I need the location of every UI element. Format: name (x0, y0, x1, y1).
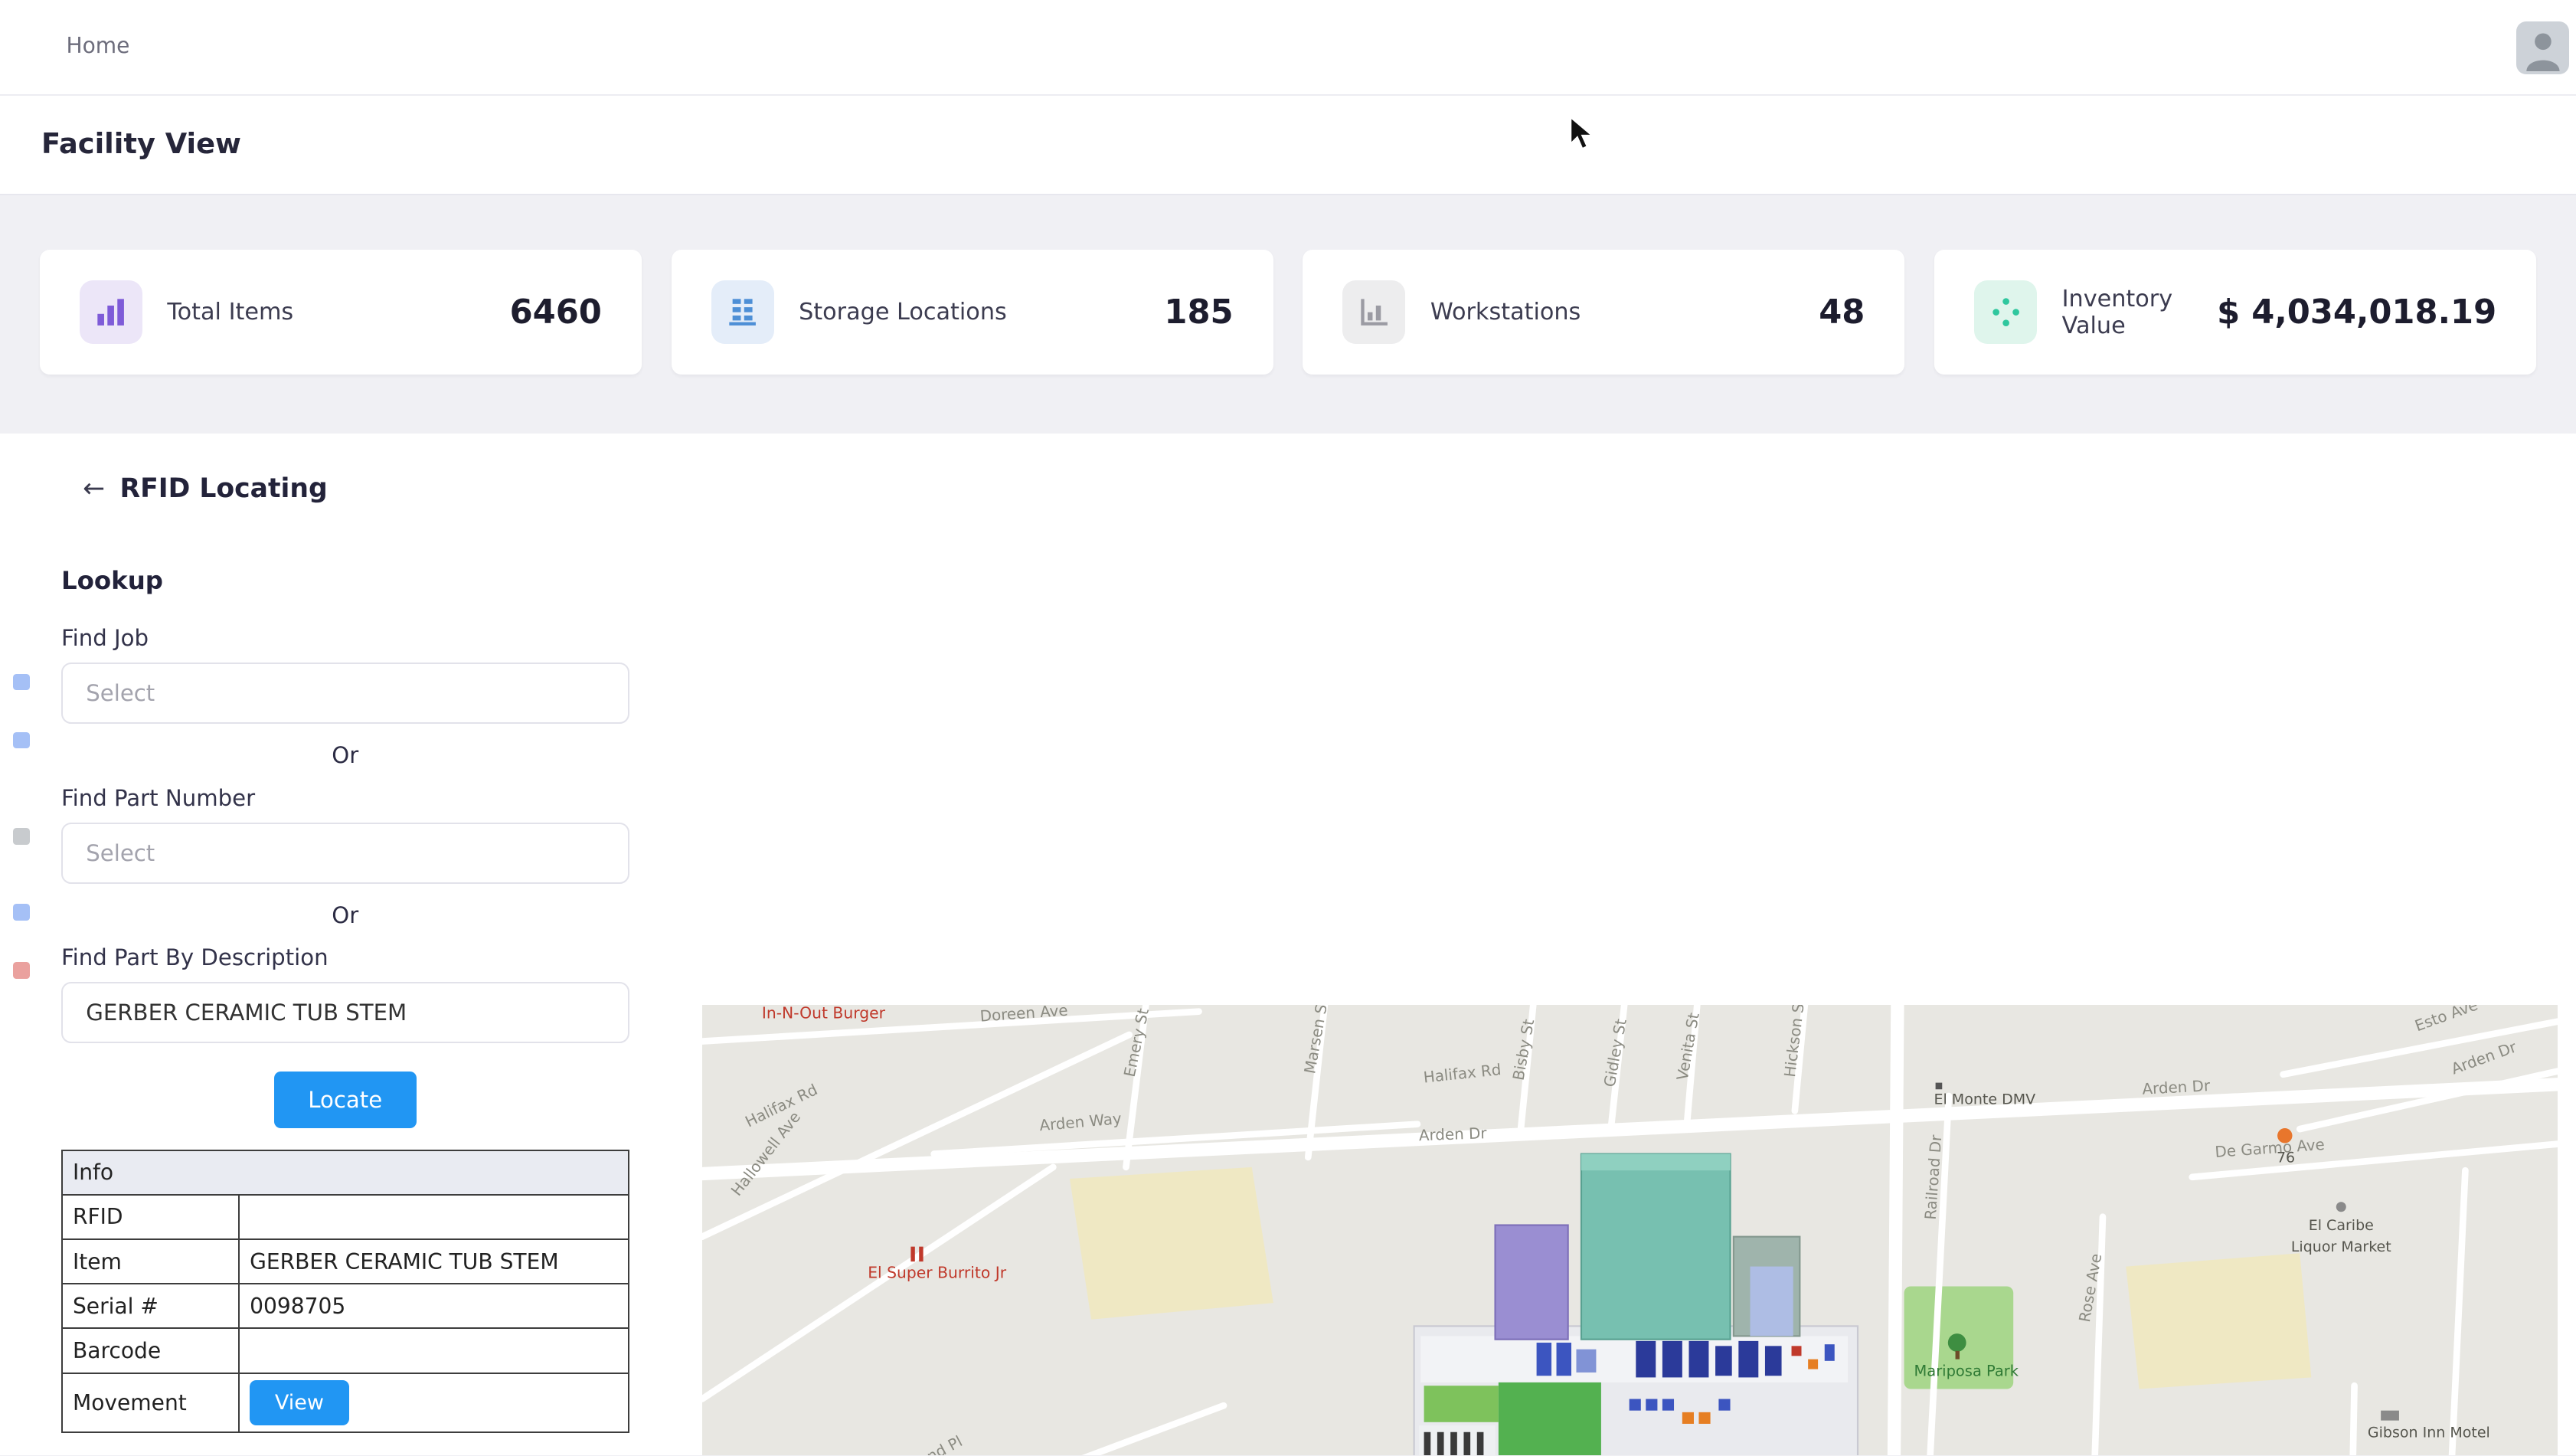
table-row: RFID (62, 1195, 629, 1239)
poi-label: Mariposa Park (1914, 1363, 2019, 1380)
poi-label: El Monte DMV (1934, 1091, 2035, 1108)
or-separator: Or (61, 902, 629, 928)
dmv-icon (1935, 1083, 1942, 1090)
poi-label: Liquor Market (2290, 1238, 2391, 1255)
row-label: RFID (62, 1195, 239, 1239)
lookup-form: Lookup Find Job Or Find Part Number Or F… (61, 566, 629, 1433)
row-value: GERBER CERAMIC TUB STEM (239, 1239, 628, 1284)
or-separator: Or (61, 742, 629, 768)
row-label: Serial # (62, 1284, 239, 1328)
person-icon (2523, 28, 2563, 71)
find-part-number-label: Find Part Number (61, 785, 629, 811)
clipped-sidebar-icon (13, 828, 30, 845)
gibson-motel-icon (2381, 1411, 2399, 1421)
storage-rack-icon (711, 280, 774, 343)
row-label: Item (62, 1239, 239, 1284)
top-navigation-bar: Home (0, 0, 2576, 96)
user-avatar[interactable] (2516, 21, 2569, 74)
stat-label: Inventory Value (2062, 286, 2218, 339)
scatter-dots-icon (1974, 280, 2037, 343)
find-job-select[interactable] (61, 663, 629, 724)
table-row: Item GERBER CERAMIC TUB STEM (62, 1239, 629, 1284)
row-value (239, 1328, 628, 1373)
facility-app: Home Facility View Total Items 6460 Stor… (0, 0, 2576, 1455)
poi-label: 76 (2277, 1150, 2295, 1166)
stat-value: 48 (1819, 293, 1865, 332)
find-job-label: Find Job (61, 625, 629, 651)
info-table-header: Info (62, 1150, 629, 1195)
table-header-row: Info (62, 1150, 629, 1195)
row-value (239, 1195, 628, 1239)
stat-value: $ 4,034,018.19 (2217, 293, 2496, 332)
row-value: 0098705 (239, 1284, 628, 1328)
stat-label: Storage Locations (799, 299, 1007, 326)
building-block-lavender (1750, 1267, 1793, 1337)
view-movement-button[interactable]: View (250, 1380, 349, 1425)
poi-label: Gibson Inn Motel (2368, 1425, 2490, 1441)
find-part-number-select[interactable] (61, 823, 629, 884)
find-description-label: Find Part By Description (61, 944, 629, 970)
clipped-sidebar-icon (13, 904, 30, 921)
table-row: Serial # 0098705 (62, 1284, 629, 1328)
stat-card-storage-locations: Storage Locations 185 (672, 250, 1273, 374)
find-description-input[interactable] (61, 982, 629, 1043)
section-header: ← RFID Locating (83, 473, 328, 504)
rfid-locating-panel: ← RFID Locating Lookup Find Job Or Find … (0, 434, 2576, 1455)
row-label: Barcode (62, 1328, 239, 1373)
info-table: Info RFID Item GERBER CERAMIC TUB STEM S… (61, 1150, 629, 1434)
stat-label: Total Items (167, 299, 293, 326)
poi-label: El Caribe (2308, 1217, 2373, 1234)
stat-card-total-items: Total Items 6460 (40, 250, 642, 374)
building-block-teal (1581, 1154, 1731, 1340)
stat-value: 185 (1164, 293, 1233, 332)
page-title-bar: Facility View (0, 96, 2576, 195)
table-row: Barcode (62, 1328, 629, 1373)
section-title: RFID Locating (120, 473, 328, 504)
stat-card-workstations: Workstations 48 (1303, 250, 1904, 374)
building-green-zone (1419, 1382, 1601, 1455)
clipped-sidebar-icon (13, 674, 30, 691)
clipped-sidebar-icon (13, 732, 30, 749)
clipped-sidebar-icon (13, 962, 30, 979)
back-arrow-icon[interactable]: ← (83, 473, 105, 504)
poi-label: In-N-Out Burger (761, 1005, 885, 1022)
street-label: Arden Dr (2142, 1077, 2212, 1098)
facility-map[interactable]: In-N-Out Burger Doreen Ave Esto Ave Arde… (702, 1005, 2558, 1455)
chart-icon (1342, 280, 1405, 343)
stat-label: Workstations (1430, 299, 1581, 326)
page-title: Facility View (41, 127, 241, 160)
stat-value: 6460 (510, 293, 602, 332)
poi-label: El Super Burrito Jr (868, 1264, 1007, 1282)
map-canvas: In-N-Out Burger Doreen Ave Esto Ave Arde… (702, 1005, 2558, 1455)
breadcrumb[interactable]: Home (66, 33, 129, 58)
street-label: Arden Dr (1418, 1124, 1487, 1144)
stat-card-inventory-value: Inventory Value $ 4,034,018.19 (1934, 250, 2536, 374)
locate-button[interactable]: Locate (274, 1072, 417, 1128)
building-block-purple (1495, 1225, 1568, 1340)
bar-chart-icon (80, 280, 142, 343)
stats-row: Total Items 6460 Storage Locations 185 W… (40, 250, 2536, 374)
liquor-market-icon (2336, 1202, 2346, 1212)
table-row: Movement View (62, 1373, 629, 1433)
lookup-title: Lookup (61, 566, 629, 595)
row-label: Movement (62, 1373, 239, 1433)
row-value: View (239, 1373, 628, 1433)
